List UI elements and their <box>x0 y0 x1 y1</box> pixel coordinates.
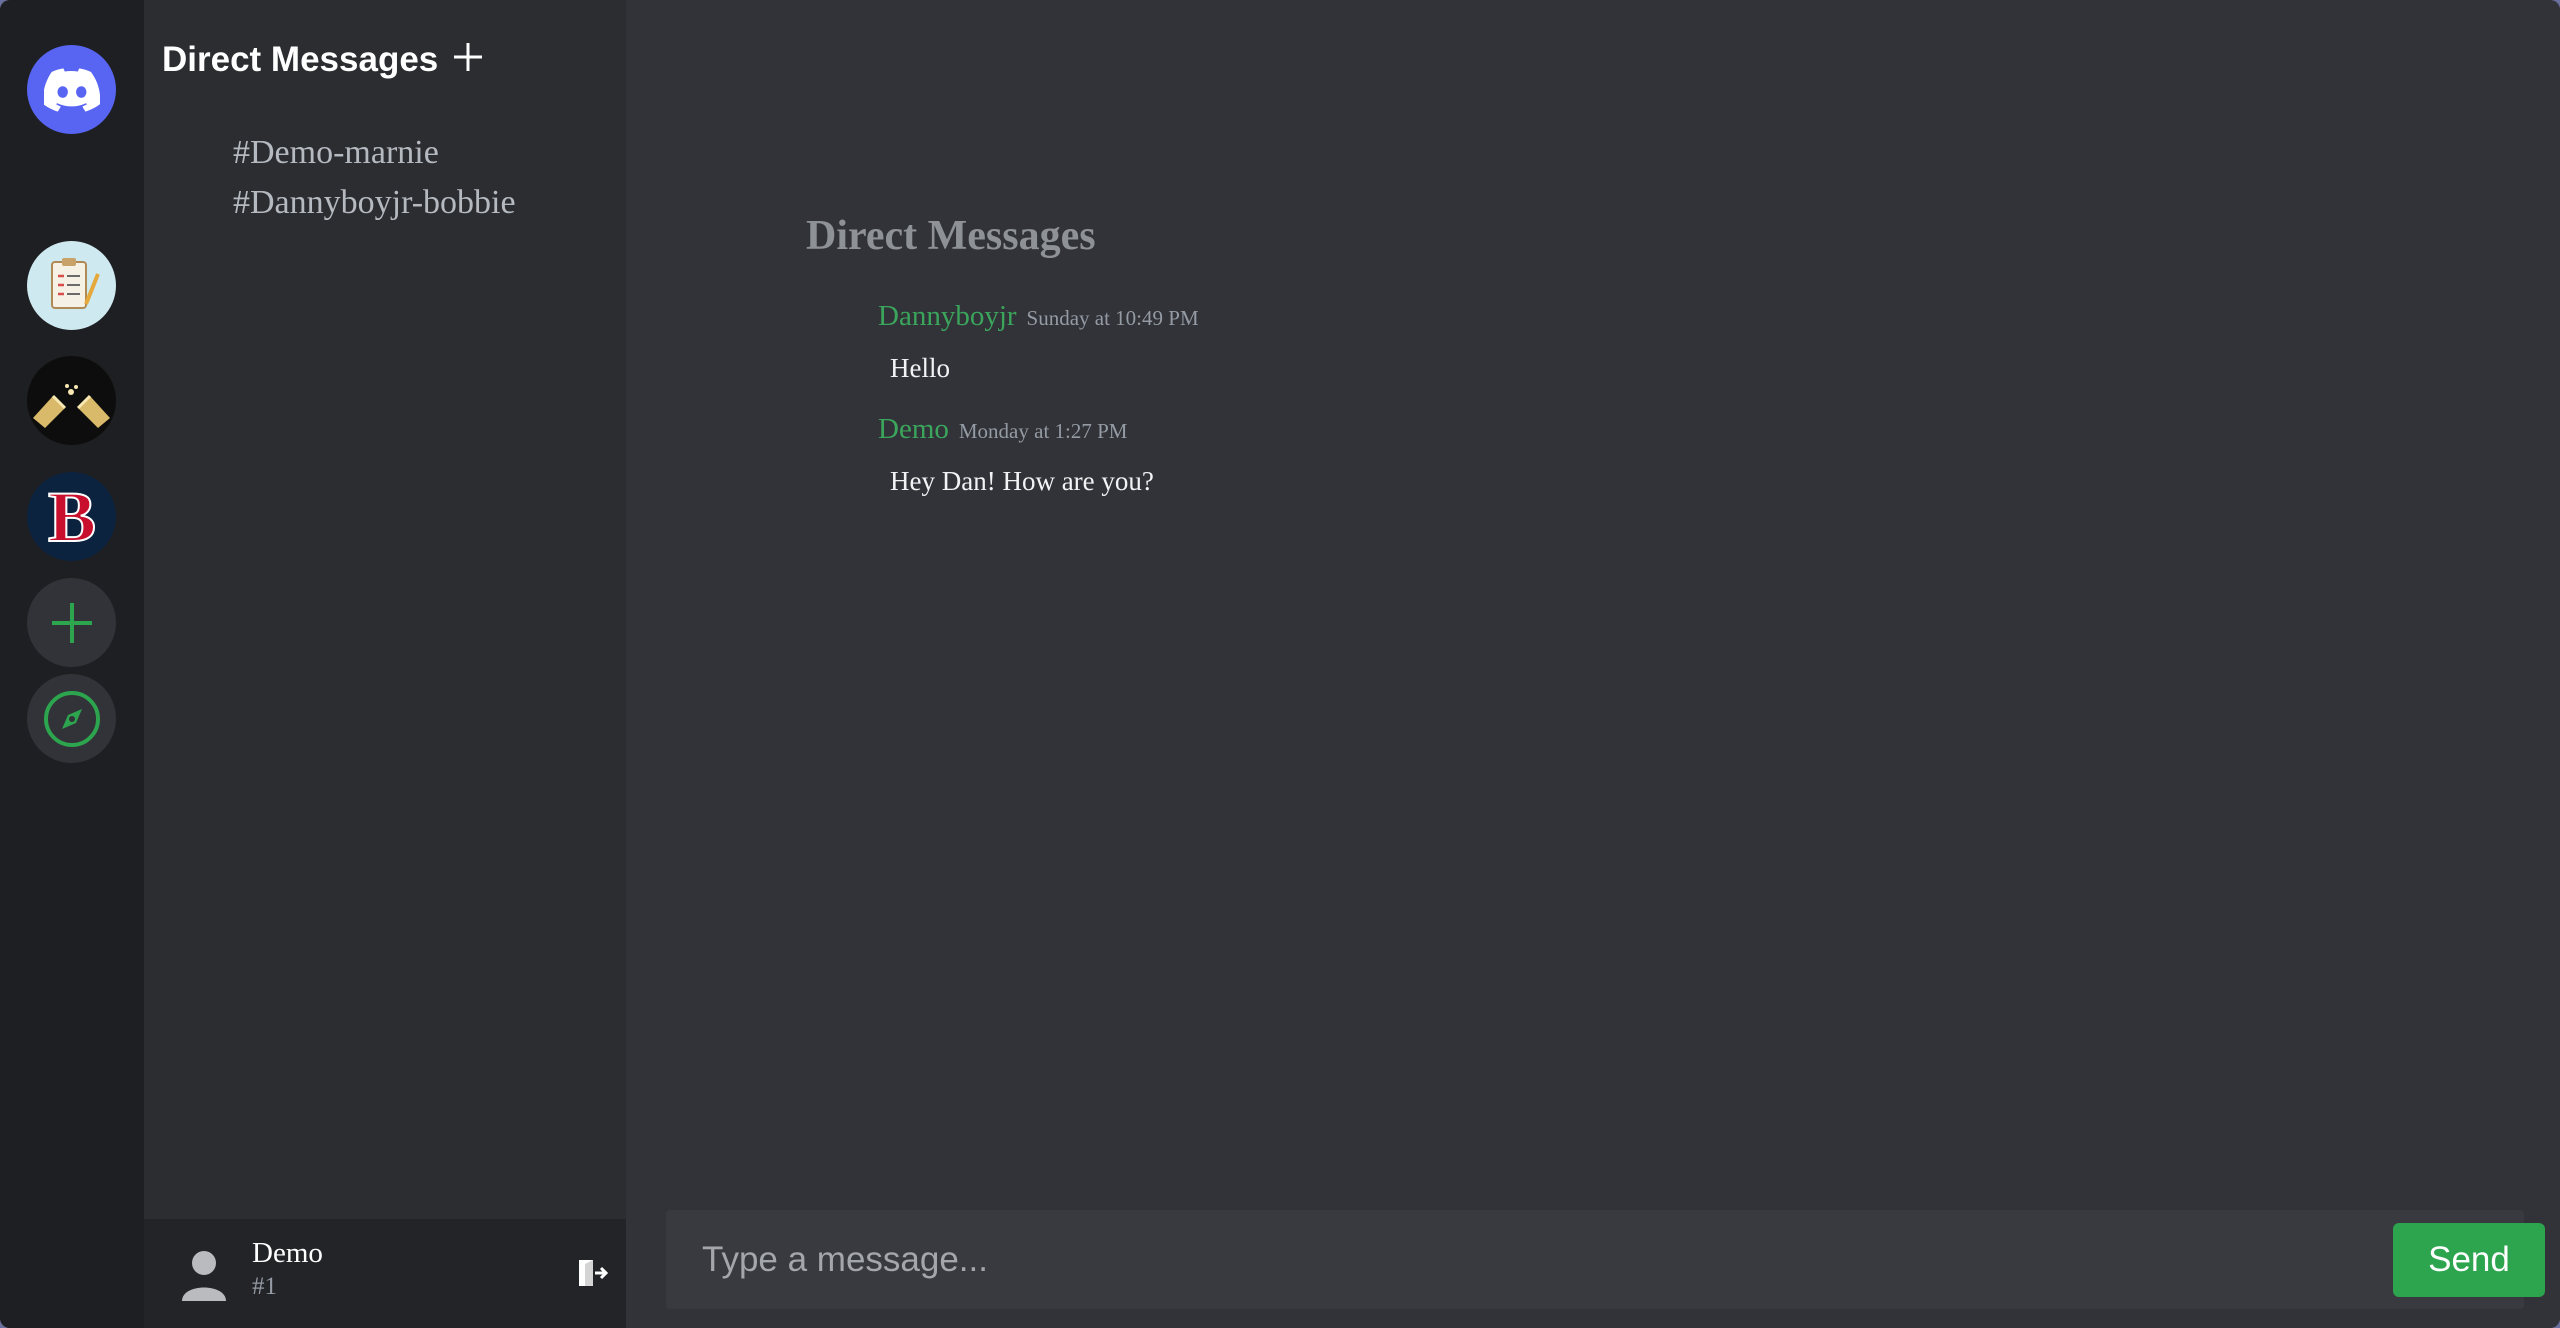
home-button[interactable] <box>27 45 116 134</box>
server-rail: B <box>0 0 144 1328</box>
user-panel: Demo #1 <box>144 1219 626 1328</box>
svg-text:B: B <box>47 481 95 553</box>
message-author[interactable]: Demo <box>878 413 949 445</box>
message-composer: Send <box>666 1210 2545 1309</box>
server-champagne-button[interactable] <box>27 356 116 445</box>
message-timestamp: Sunday at 10:49 PM <box>1026 306 1199 330</box>
dm-list: #Demo-marnie #Dannyboyjr-bobbie <box>233 128 516 228</box>
message-item: Dannyboyjr Sunday at 10:49 PM Hello <box>878 300 1199 384</box>
discord-logo-icon <box>43 67 100 112</box>
message-timestamp: Monday at 1:27 PM <box>958 419 1128 443</box>
add-server-button[interactable] <box>27 578 116 667</box>
app-window: B Direct Messages #Demo-marnie #Dannyboy… <box>0 0 2560 1328</box>
sidebar-title: Direct Messages <box>162 40 439 79</box>
plus-icon <box>51 602 92 643</box>
plus-icon[interactable] <box>452 41 484 73</box>
logout-icon[interactable] <box>576 1257 608 1289</box>
user-name: Demo <box>252 1237 323 1269</box>
clipboard-icon <box>50 257 100 309</box>
dm-item-dannyboyjr-bobbie[interactable]: #Dannyboyjr-bobbie <box>233 178 516 228</box>
champagne-icon <box>33 384 110 428</box>
message-author[interactable]: Dannyboyjr <box>878 300 1017 332</box>
red-sox-logo-icon: B <box>46 481 96 553</box>
message-input[interactable] <box>666 1210 2326 1309</box>
message-header: Demo Monday at 1:27 PM <box>878 413 1154 446</box>
compass-icon <box>43 690 100 747</box>
explore-button[interactable] <box>27 674 116 763</box>
dm-sidebar: Direct Messages #Demo-marnie #Dannyboyjr… <box>144 0 626 1328</box>
sidebar-header: Direct Messages <box>162 40 484 80</box>
dm-item-demo-marnie[interactable]: #Demo-marnie <box>233 128 516 178</box>
user-tag: #1 <box>252 1273 277 1300</box>
send-button[interactable]: Send <box>2393 1223 2545 1297</box>
message-item: Demo Monday at 1:27 PM Hey Dan! How are … <box>878 413 1154 497</box>
avatar[interactable] <box>174 1245 234 1305</box>
message-text: Hey Dan! How are you? <box>890 466 1154 496</box>
chat-main: Direct Messages Dannyboyjr Sunday at 10:… <box>626 0 2560 1328</box>
message-header: Dannyboyjr Sunday at 10:49 PM <box>878 300 1199 333</box>
server-clipboard-button[interactable] <box>27 241 116 330</box>
message-text: Hello <box>890 353 950 383</box>
page-title: Direct Messages <box>806 213 1096 259</box>
server-red-sox-button[interactable]: B <box>27 472 116 561</box>
